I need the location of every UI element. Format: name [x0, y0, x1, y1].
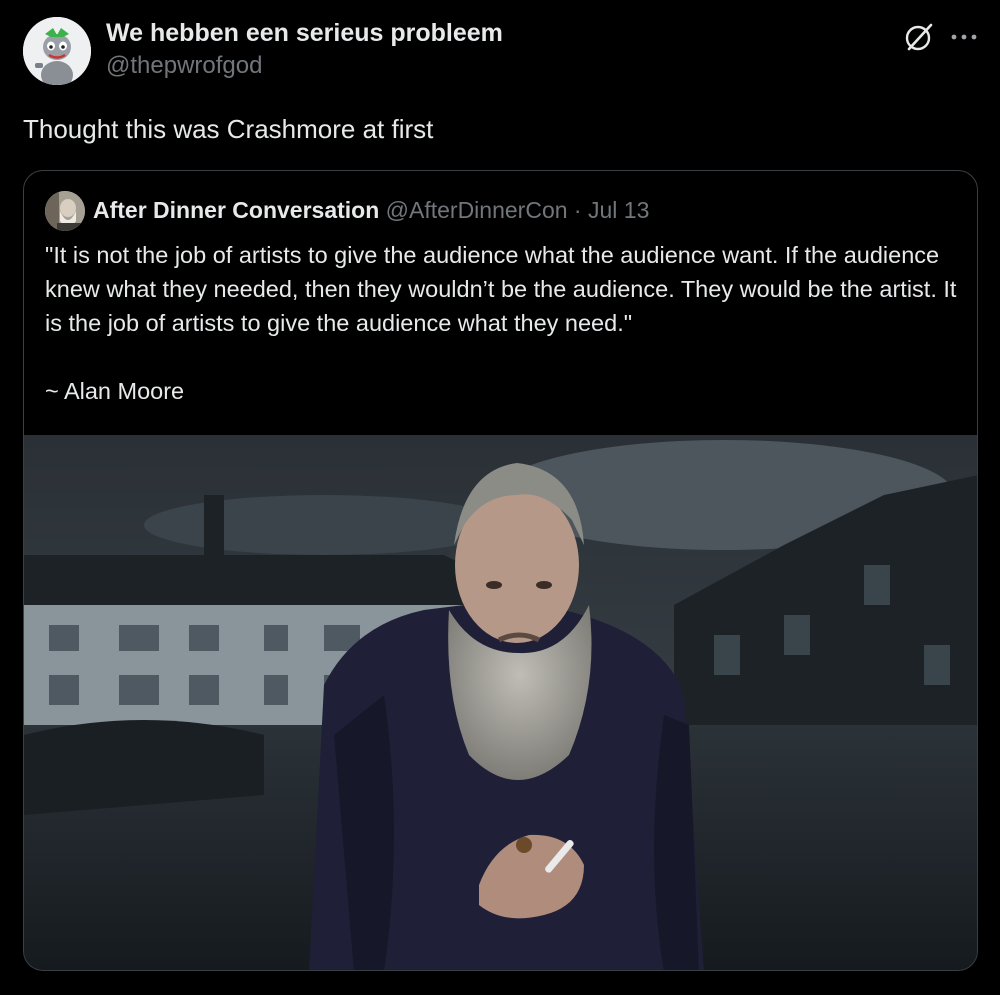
quote-text: "It is not the job of artists to give th… — [45, 242, 957, 336]
author-avatar[interactable] — [23, 17, 91, 85]
tweet[interactable]: We hebben een serieus probleem @thepwrof… — [0, 0, 1000, 995]
tweet-text: Thought this was Crashmore at first — [23, 114, 434, 144]
quoted-tweet-header: After Dinner Conversation @AfterDinnerCo… — [93, 195, 649, 225]
quoted-author-avatar[interactable] — [45, 191, 85, 231]
quoted-tweet-photo[interactable] — [24, 435, 977, 970]
grok-icon[interactable] — [902, 20, 936, 54]
quoted-tweet-date[interactable]: Jul 13 — [588, 197, 649, 223]
more-options-icon[interactable] — [948, 22, 980, 52]
avatar-icon — [23, 17, 91, 85]
quoted-tweet[interactable]: After Dinner Conversation @AfterDinnerCo… — [23, 170, 978, 971]
quoted-author-handle[interactable]: @AfterDinnerCon — [386, 197, 568, 223]
quote-attribution: ~ Alan Moore — [45, 378, 185, 404]
author-display-name[interactable]: We hebben een serieus probleem — [106, 18, 503, 48]
author-handle[interactable]: @thepwrofgod — [106, 51, 503, 81]
avatar-icon — [45, 191, 85, 231]
quoted-author-display-name[interactable]: After Dinner Conversation — [93, 197, 379, 223]
header-separator: · — [573, 197, 582, 223]
quoted-tweet-text: "It is not the job of artists to give th… — [45, 238, 960, 408]
